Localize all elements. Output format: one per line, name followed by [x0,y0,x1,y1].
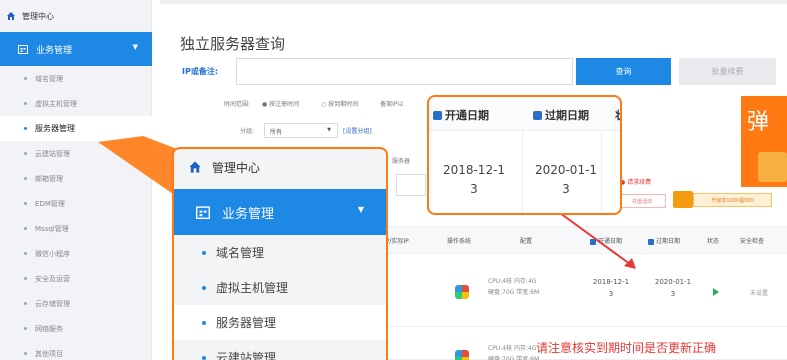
zoom-item-domain[interactable]: 域名管理 [174,235,386,270]
zoom-section-business[interactable]: 业务管理 ▼ [174,189,386,235]
zoom-item-site[interactable]: 云建站管理 [174,340,386,360]
zoom-home[interactable]: 管理中心 [188,157,260,177]
zoom-item-server[interactable]: 服务器管理 [174,305,386,340]
zoom-open-value: 2018-12-1 3 [442,163,506,197]
callout-arrows [98,136,636,344]
home-icon [189,161,201,173]
zoom-callout-sidebar: 管理中心 业务管理 ▼ 域名管理 虚拟主机管理 服务器管理 云建站管理 [172,147,388,360]
grid-icon [196,206,210,219]
chevron-down-icon: ▼ [357,205,364,214]
zoom-th-open: 开通日期 [433,107,489,123]
callout-arrow-left [98,136,180,196]
callout-arrow-right [559,212,635,268]
zoom-callout-dates: 开通日期 过期日期 状 2018-12-1 3 2020-01-1 3 [427,95,622,215]
zoom-th-status: 状 [615,107,620,123]
zoom-item-vhost[interactable]: 虚拟主机管理 [174,270,386,305]
zoom-expire-value: 2020-01-1 3 [534,163,598,197]
zoom-th-expire: 过期日期 [533,107,589,123]
